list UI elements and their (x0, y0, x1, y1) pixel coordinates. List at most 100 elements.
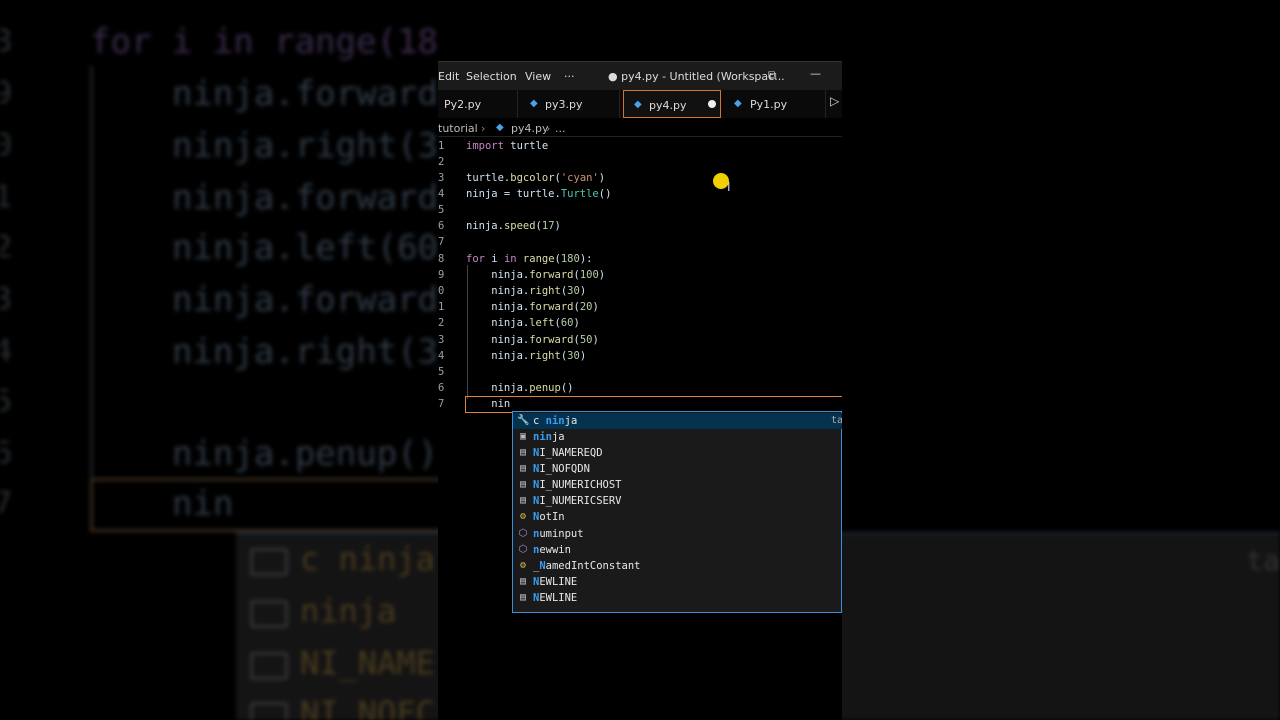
unsaved-dot-icon[interactable] (708, 100, 716, 108)
bg-line-number: 1 (0, 180, 13, 215)
line-number: 2 (438, 156, 445, 168)
bg-line-number: 6 (0, 436, 13, 471)
bg-line-number: 3 (0, 282, 13, 317)
chevron-right-icon: › (481, 122, 486, 135)
suggest-label: NI_NUMERICHOST (533, 479, 622, 491)
suggest-label: c ninja (533, 415, 578, 427)
suggest-label: numinput (533, 528, 584, 540)
suggest-item[interactable]: ⬡ numinput (513, 526, 842, 542)
constant-icon: ▤ (519, 592, 527, 603)
bg-line-number: 2 (0, 230, 13, 265)
code-line[interactable]: 3 ninja.forward(50) (438, 332, 842, 348)
run-icon[interactable]: ▷ (830, 94, 839, 108)
bg-suggest-item: NI_NAME (300, 644, 435, 682)
bg-suggest-item: NI_NOFC (300, 694, 435, 720)
line-number: 3 (438, 172, 445, 184)
constant-icon: ▤ (519, 463, 527, 474)
bg-code-line: ninja.right(3 (172, 126, 439, 166)
suggest-label: _NamedIntConstant (533, 560, 641, 572)
suggest-item[interactable]: ⚙ NotIn (513, 509, 842, 525)
code-text: ninja.forward(50) (466, 334, 599, 346)
bg-line-number: 7 (0, 486, 13, 521)
suggest-item[interactable]: ▤ NI_NUMERICHOST (513, 477, 842, 493)
menu-edit[interactable]: Edit (438, 70, 459, 83)
code-line[interactable]: 2 (438, 154, 842, 170)
code-line[interactable]: 6 ninja.speed(17) (438, 218, 842, 234)
tab-py4[interactable]: ◆ py4.py (623, 90, 721, 118)
menu-view[interactable]: View (525, 70, 551, 83)
suggest-item[interactable]: ▤ NI_NAMEREQD (513, 445, 842, 461)
suggest-label: NotIn (533, 511, 565, 523)
python-file-icon: ◆ (734, 98, 742, 109)
suggest-item[interactable]: ⚙ _NamedIntConstant (513, 558, 842, 574)
suggest-label: NI_NUMERICSERV (533, 495, 622, 507)
suggest-item[interactable]: ▤ NI_NUMERICSERV (513, 493, 842, 509)
code-line[interactable]: 5 (438, 202, 842, 218)
line-number: 4 (438, 350, 445, 362)
vscode-editor-panel: Edit Selection View ··· ● py4.py - Untit… (438, 61, 842, 720)
code-line[interactable]: 4 ninja.right(30) (438, 348, 842, 364)
bg-constant-icon (250, 652, 288, 680)
menu-selection[interactable]: Selection (466, 70, 517, 83)
suggest-trailing-text: ta (830, 415, 842, 426)
variable-icon: ▣ (519, 431, 527, 442)
bg-line-number: 0 (0, 128, 13, 163)
code-line[interactable]: 7 (438, 234, 842, 250)
code-text: turtle.bgcolor('cyan') (466, 172, 606, 184)
bg-code-line: ninja.forward (172, 280, 439, 320)
suggest-item[interactable]: ▤ NEWLINE (513, 590, 842, 606)
tab-bar: Py2.py ◆ py3.py ◆ py4.py ◆ Py1.py ▷ (438, 90, 842, 118)
line-number: 6 (438, 220, 445, 232)
class-icon: ⚙ (519, 560, 527, 571)
line-number: 8 (438, 253, 445, 265)
bg-suggest-item: ninja (300, 592, 397, 630)
bg-code-line: ninja.left(60 (172, 228, 439, 268)
suggest-item[interactable]: ▤ NEWLINE (513, 574, 842, 590)
code-line[interactable]: 3 turtle.bgcolor('cyan') (438, 170, 842, 186)
module-icon: ⬡ (518, 528, 528, 539)
wrench-icon: 🔧 (517, 415, 530, 426)
code-text: ninja.right(30) (466, 285, 587, 297)
breadcrumb: tutorial › ◆ py4.py › ... (438, 120, 842, 136)
code-text: ninja.penup() (466, 382, 574, 394)
line-number: 2 (438, 317, 445, 329)
suggest-label: ninja (533, 431, 565, 443)
tab-py3[interactable]: ◆ py3.py (518, 90, 620, 118)
bg-current-line (90, 478, 441, 532)
bg-code-line: nin (172, 484, 234, 524)
breadcrumb-folder[interactable]: tutorial (438, 122, 478, 135)
suggest-item-selected[interactable]: 🔧 c ninja ta (513, 413, 842, 429)
code-line[interactable]: 1 import turtle (438, 138, 842, 154)
layout-icon[interactable]: ⧉ (768, 68, 777, 83)
suggest-item[interactable]: ⬡ newwin (513, 542, 842, 558)
line-number: 5 (438, 204, 445, 216)
tab-label: Py1.py (750, 98, 788, 111)
tab-label: py4.py (649, 99, 687, 112)
python-file-icon: ◆ (530, 98, 538, 109)
code-line[interactable]: 8 for i in range(180): (438, 251, 842, 267)
code-line[interactable]: 0 ninja.right(30) (438, 283, 842, 299)
minimize-button[interactable]: — (810, 67, 821, 80)
code-line[interactable]: 5 (438, 364, 842, 380)
bg-line-number: 4 (0, 334, 13, 369)
breadcrumb-more[interactable]: ... (555, 122, 566, 135)
tab-py2[interactable]: Py2.py (438, 90, 518, 118)
suggest-item[interactable]: ▣ ninja (513, 429, 842, 445)
chevron-right-icon: › (546, 122, 551, 135)
code-text: ninja.left(60) (466, 317, 580, 329)
breadcrumb-file[interactable]: py4.py (511, 122, 548, 135)
bg-indent-guide (90, 66, 93, 486)
class-icon: ⚙ (519, 511, 527, 522)
bg-suggest-item: c ninja (300, 540, 435, 578)
suggest-item[interactable]: ▤ NI_NOFQDN (513, 461, 842, 477)
code-line[interactable]: 6 ninja.penup() (438, 380, 842, 396)
code-line[interactable]: 4 ninja = turtle.Turtle() (438, 186, 842, 202)
tab-py1[interactable]: ◆ Py1.py (722, 90, 826, 118)
code-text: ninja.right(30) (466, 350, 587, 362)
suggest-label: newwin (533, 544, 571, 556)
code-line[interactable]: 1 ninja.forward(20) (438, 299, 842, 315)
bg-code-line: ninja.penup() (172, 434, 439, 474)
menu-more[interactable]: ··· (564, 70, 575, 83)
code-line[interactable]: 9 ninja.forward(100) (438, 267, 842, 283)
code-line[interactable]: 2 ninja.left(60) (438, 315, 842, 331)
